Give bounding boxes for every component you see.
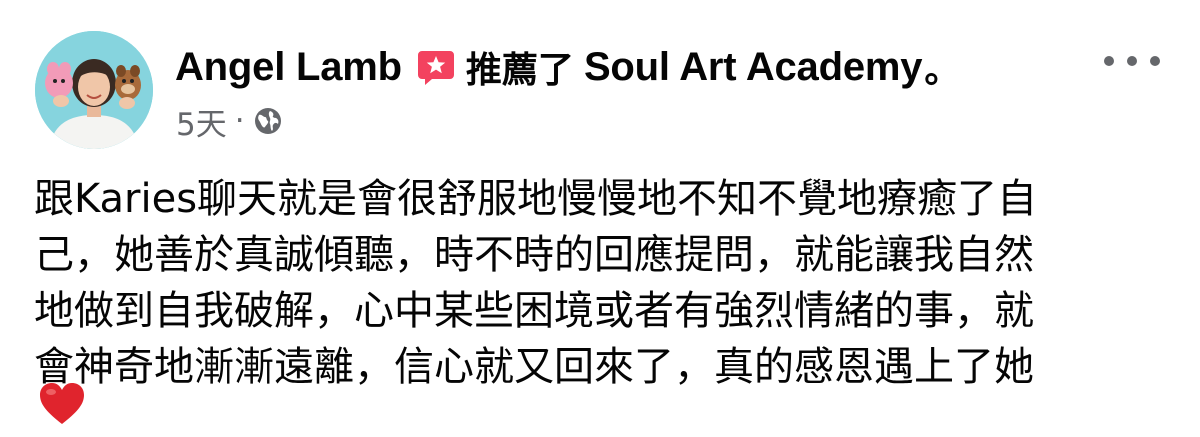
post-text-line: 己，她善於真誠傾聽，時不時的回應提問，就能讓我自然 (34, 232, 1034, 278)
separator-dot: · (234, 103, 245, 139)
more-dot (1127, 56, 1137, 66)
more-dot (1104, 56, 1114, 66)
recommend-star-icon (416, 47, 456, 87)
author-name[interactable]: Angel Lamb (175, 45, 402, 90)
more-options-icon[interactable] (1104, 46, 1160, 76)
end-mark: 。 (924, 50, 961, 91)
post-header: Angel Lamb 推薦了 Soul Art Academy 。 (175, 38, 960, 96)
post-body: 跟Karies聊天就是會很舒服地慢慢地不知不覺地療癒了自 己，她善於真誠傾聽，時… (34, 171, 1174, 395)
post-text-line: 地做到自我破解，心中某些困境或者有強烈情緒的事，就 (34, 288, 1034, 334)
more-dot (1150, 56, 1160, 66)
facebook-post: Angel Lamb 推薦了 Soul Art Academy 。 5天 · 跟… (0, 0, 1200, 437)
avatar[interactable] (35, 31, 153, 149)
avatar-photo (35, 31, 153, 149)
post-meta: 5天 · (176, 99, 283, 143)
heart-emoji (38, 382, 86, 430)
globe-icon[interactable] (253, 106, 283, 136)
page-name[interactable]: Soul Art Academy (584, 45, 923, 90)
timestamp[interactable]: 5天 (176, 99, 227, 144)
post-text-line: 會神奇地漸漸遠離，信心就又回來了，真的感恩遇上了她 (34, 344, 1034, 390)
post-text-line: 跟Karies聊天就是會很舒服地慢慢地不知不覺地療癒了自 (34, 176, 1038, 222)
action-text: 推薦了 (465, 50, 574, 91)
